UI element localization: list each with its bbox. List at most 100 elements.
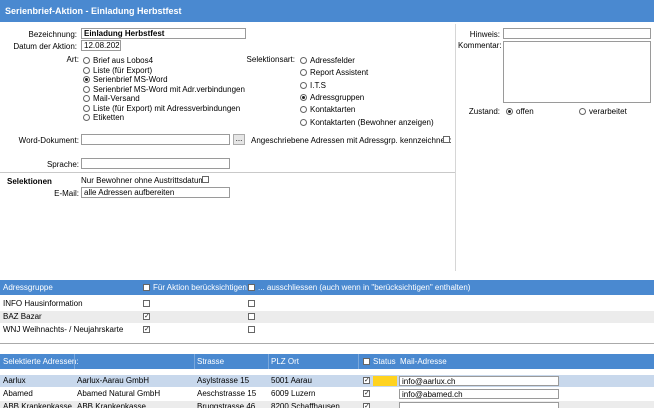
angeschrieben-label: Angeschriebene Adressen mit Adressgrp. k… (251, 136, 452, 145)
status-checkbox[interactable]: ✓ (363, 390, 370, 397)
radio-button-icon[interactable] (83, 57, 90, 64)
art-option-2[interactable]: Serienbrief MS-Word (83, 75, 168, 84)
bezeichnung-label: Bezeichnung: (28, 30, 77, 39)
hinweis-label: Hinweis: (469, 30, 500, 39)
status-checkbox[interactable]: ✓ (363, 403, 370, 408)
radio-button-icon[interactable] (83, 104, 90, 112)
beruecksichtigen-checkbox[interactable]: ✓ (143, 313, 150, 320)
plz-ort-column-header[interactable]: PLZ Ort (271, 354, 299, 369)
selektionsart-option-4[interactable]: Kontaktarten (300, 105, 355, 114)
ausschliessen-all-checkbox[interactable] (248, 284, 255, 291)
sprache-input[interactable] (81, 158, 230, 169)
status-highlight (373, 376, 397, 386)
adresse-name: Aarlux-Aarau GmbH (77, 376, 150, 385)
adressgruppe-name: INFO Hausinformation (3, 299, 83, 308)
radio-button-icon[interactable] (300, 81, 307, 89)
adressgruppe-column-header[interactable]: Adressgruppe (3, 280, 53, 295)
form-separator (0, 172, 455, 173)
table-row[interactable]: Aarlux Aarlux-Aarau GmbH Asylstrasse 15 500… (0, 375, 654, 387)
adresse-strasse: Aeschstrasse 15 (197, 389, 257, 398)
selektionen-heading: Selektionen (7, 177, 52, 186)
art-option-0[interactable]: Brief aus Lobos4 (83, 56, 153, 65)
panel-divider (455, 24, 456, 271)
art-option-6[interactable]: Etiketten (83, 113, 124, 122)
beruecksichtigen-all-checkbox[interactable] (143, 284, 150, 291)
kommentar-textarea[interactable] (503, 41, 651, 103)
table-row[interactable]: ABB Krankenkasse ABB Krankenkasse Bruggstr… (0, 401, 654, 408)
nur-bewohner-checkbox[interactable] (202, 176, 209, 183)
beruecksichtigen-checkbox[interactable]: ✓ (143, 326, 150, 333)
column-divider (194, 354, 195, 369)
beruecksichtigen-column-header[interactable]: Für Aktion berücksichtigen (153, 280, 247, 295)
radio-button-icon[interactable] (579, 108, 586, 115)
adresse-strasse: Asylstrasse 15 (197, 376, 250, 385)
selektionsart-option-1[interactable]: Report Assistent (300, 68, 368, 77)
radio-label: Liste (für Export) (93, 65, 153, 75)
email-label: E-Mail: (54, 189, 79, 198)
art-option-4[interactable]: Mail-Versand (83, 94, 140, 103)
radio-button-icon[interactable] (83, 114, 90, 121)
selektionsart-option-2[interactable]: I.T.S (300, 81, 326, 90)
selektionsart-option-0[interactable]: Adressfelder (300, 56, 355, 65)
selektionsart-option-5[interactable]: Kontaktarten (Bewohner anzeigen) (300, 118, 434, 127)
adressgruppe-name: WNJ Weihnachts- / Neujahrskarte (3, 325, 124, 334)
art-option-5[interactable]: Liste (für Export) mit Adressverbindunge… (83, 104, 240, 113)
angeschrieben-checkbox[interactable] (443, 136, 450, 143)
mail-adresse-input[interactable] (399, 402, 559, 408)
word-document-input[interactable] (81, 134, 230, 145)
zustand-label: Zustand: (468, 107, 500, 116)
selektierte-adressen-header[interactable]: Selektierte Adressen: (3, 354, 79, 369)
zustand-option-1[interactable]: verarbeitet (579, 107, 627, 116)
radio-label: Serienbrief MS-Word mit Adr.verbindungen (93, 84, 245, 94)
status-checkbox[interactable]: ✓ (363, 377, 370, 384)
radio-label: Liste (für Export) mit Adressverbindunge… (93, 103, 241, 113)
ausschliessen-checkbox[interactable] (248, 313, 255, 320)
radio-button-icon[interactable] (83, 66, 90, 74)
bezeichnung-input[interactable]: Einladung Herbstfest (81, 28, 246, 39)
table-row[interactable]: INFO Hausinformation (0, 298, 654, 310)
adresse-plz-ort: 5001 Aarau (271, 376, 312, 385)
browse-button[interactable]: ... (233, 134, 245, 145)
email-input[interactable]: alle Adressen aufbereiten (81, 187, 230, 198)
radio-button-icon[interactable] (300, 57, 307, 64)
table-row[interactable]: Abamed Abamed Natural GmbH Aeschstrasse 15… (0, 388, 654, 400)
ausschliessen-checkbox[interactable] (248, 300, 255, 307)
radio-button-icon[interactable] (83, 95, 90, 102)
selektionsart-option-3[interactable]: Adressgruppen (300, 93, 364, 102)
mail-adresse-input[interactable]: info@aarlux.ch (399, 376, 559, 386)
radio-button-icon[interactable] (300, 118, 307, 126)
column-divider (74, 354, 75, 369)
table-row[interactable]: BAZ Bazar ✓ (0, 311, 654, 323)
strasse-column-header[interactable]: Strasse (197, 354, 224, 369)
adresse-kurzname: ABB Krankenkasse (3, 402, 72, 408)
ausschliessen-checkbox[interactable] (248, 326, 255, 333)
beruecksichtigen-checkbox[interactable] (143, 300, 150, 307)
radio-button-icon[interactable] (506, 108, 513, 115)
radio-label: Etiketten (93, 113, 125, 122)
grid-separator (0, 343, 654, 344)
ausschliessen-column-header[interactable]: ... ausschliessen (auch wenn in "berücks… (258, 280, 470, 295)
selektionsart-label: Selektionsart: (246, 55, 295, 64)
radio-button-icon[interactable] (300, 69, 307, 77)
radio-label: Brief aus Lobos4 (93, 56, 154, 65)
adresse-name: ABB Krankenkasse (77, 402, 146, 408)
art-option-3[interactable]: Serienbrief MS-Word mit Adr.verbindungen (83, 85, 245, 94)
mail-adresse-input[interactable]: info@abamed.ch (399, 389, 559, 399)
mail-column-header[interactable]: Mail-Adresse (400, 354, 447, 369)
radio-label: Report Assistent (310, 68, 369, 78)
kommentar-label: Kommentar: (458, 41, 502, 50)
radio-button-icon[interactable] (300, 106, 307, 114)
column-divider (268, 354, 269, 369)
hinweis-input[interactable] (503, 28, 651, 39)
sprache-label: Sprache: (46, 160, 79, 169)
radio-button-icon[interactable] (300, 93, 307, 101)
table-row[interactable]: WNJ Weihnachts- / Neujahrskarte ✓ (0, 324, 654, 336)
status-column-header[interactable]: Status (373, 354, 396, 369)
datum-input[interactable]: 12.08.2021 (81, 40, 121, 51)
art-option-1[interactable]: Liste (für Export) (83, 66, 152, 75)
radio-button-icon[interactable] (83, 76, 90, 83)
status-all-checkbox[interactable] (363, 358, 370, 365)
radio-button-icon[interactable] (83, 85, 90, 93)
zustand-option-0[interactable]: offen (506, 107, 534, 116)
adresse-kurzname: Abamed (3, 389, 33, 398)
